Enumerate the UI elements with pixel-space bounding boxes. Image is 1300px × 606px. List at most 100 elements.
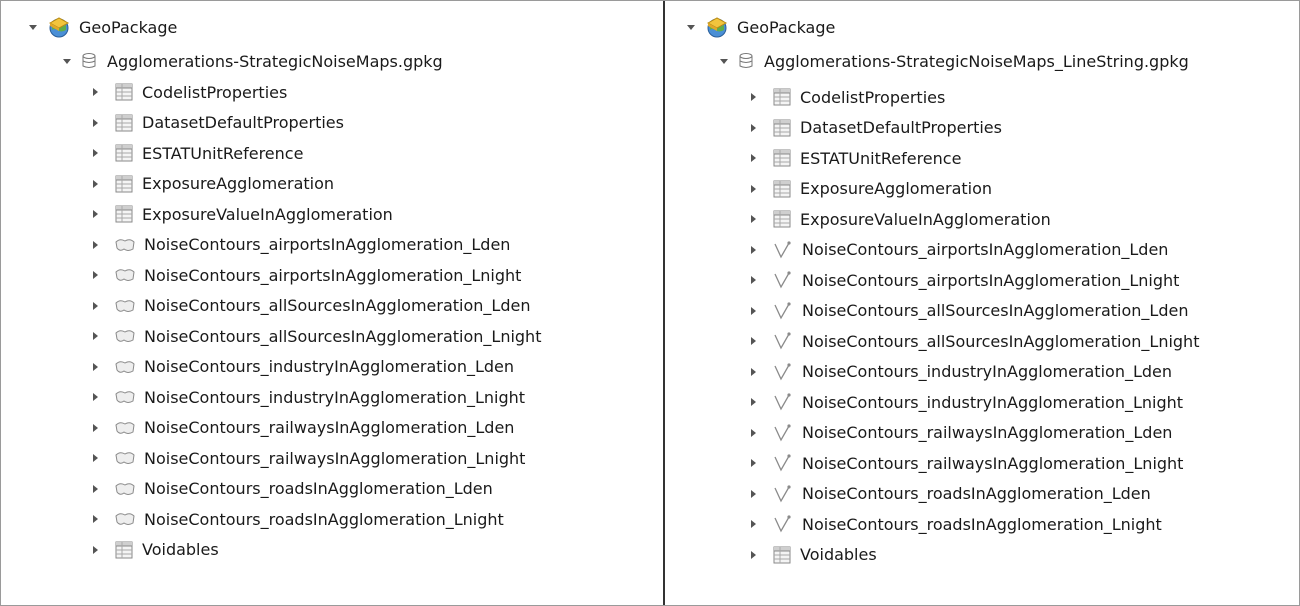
tree-item[interactable]: NoiseContours_roadsInAgglomeration_Lnigh… bbox=[93, 504, 541, 535]
tree-node-gpkg-file[interactable]: Agglomerations-StrategicNoiseMaps_LineSt… bbox=[720, 49, 1189, 73]
collapse-caret-icon[interactable] bbox=[93, 210, 98, 219]
catalog-pane-linestring: GeoPackage Agglomerations-StrategicNoiseM… bbox=[665, 1, 1297, 605]
collapse-caret-icon[interactable] bbox=[93, 454, 98, 463]
tree-item[interactable]: Voidables bbox=[93, 535, 541, 566]
polygon-layer-icon bbox=[114, 266, 136, 284]
tree-item[interactable]: NoiseContours_railwaysInAgglomeration_Ld… bbox=[93, 413, 541, 444]
linestring-layer-icon bbox=[772, 270, 794, 290]
linestring-layer-icon bbox=[772, 362, 794, 382]
tree-item[interactable]: NoiseContours_airportsInAgglomeration_Ln… bbox=[93, 260, 541, 291]
collapse-caret-icon[interactable] bbox=[93, 484, 98, 493]
tree-item[interactable]: ESTATUnitReference bbox=[93, 138, 541, 169]
tree-item[interactable]: NoiseContours_allSourcesInAgglomeration_… bbox=[93, 321, 541, 352]
expand-caret-icon[interactable] bbox=[29, 24, 37, 30]
tree-item[interactable]: NoiseContours_roadsInAgglomeration_Lnigh… bbox=[751, 509, 1199, 540]
polygon-layer-icon bbox=[114, 419, 136, 437]
tree-item[interactable]: NoiseContours_industryInAgglomeration_Ld… bbox=[751, 357, 1199, 388]
gpkg-file-label: Agglomerations-StrategicNoiseMaps_LineSt… bbox=[764, 51, 1189, 71]
collapse-caret-icon[interactable] bbox=[751, 93, 756, 102]
tree-item[interactable]: NoiseContours_industryInAgglomeration_Ln… bbox=[93, 382, 541, 413]
tree-root-geopackage[interactable]: GeoPackage bbox=[29, 15, 177, 39]
collapse-caret-icon[interactable] bbox=[93, 393, 98, 402]
collapse-caret-icon[interactable] bbox=[93, 545, 98, 554]
expand-caret-icon[interactable] bbox=[63, 58, 71, 64]
collapse-caret-icon[interactable] bbox=[751, 398, 756, 407]
linestring-layer-icon bbox=[772, 240, 794, 260]
collapse-caret-icon[interactable] bbox=[751, 550, 756, 559]
collapse-caret-icon[interactable] bbox=[93, 240, 98, 249]
tree-item[interactable]: NoiseContours_industryInAgglomeration_Ln… bbox=[751, 387, 1199, 418]
tree-item[interactable]: NoiseContours_railwaysInAgglomeration_Ld… bbox=[751, 418, 1199, 449]
gpkg-file-label: Agglomerations-StrategicNoiseMaps.gpkg bbox=[107, 51, 443, 71]
linestring-layer-icon bbox=[772, 301, 794, 321]
collapse-caret-icon[interactable] bbox=[751, 123, 756, 132]
collapse-caret-icon[interactable] bbox=[751, 489, 756, 498]
tree-item[interactable]: NoiseContours_railwaysInAgglomeration_Ln… bbox=[93, 443, 541, 474]
polygon-layer-icon bbox=[114, 449, 136, 467]
collapse-caret-icon[interactable] bbox=[751, 306, 756, 315]
tree-item[interactable]: NoiseContours_allSourcesInAgglomeration_… bbox=[751, 296, 1199, 327]
collapse-caret-icon[interactable] bbox=[751, 337, 756, 346]
tree-item[interactable]: NoiseContours_allSourcesInAgglomeration_… bbox=[751, 326, 1199, 357]
tree-item[interactable]: NoiseContours_airportsInAgglomeration_Ln… bbox=[751, 265, 1199, 296]
tree-item[interactable]: NoiseContours_industryInAgglomeration_Ld… bbox=[93, 352, 541, 383]
collapse-caret-icon[interactable] bbox=[93, 515, 98, 524]
tree-item[interactable]: DatasetDefaultProperties bbox=[93, 108, 541, 139]
table-icon bbox=[772, 545, 792, 565]
collapse-caret-icon[interactable] bbox=[751, 184, 756, 193]
tree-item[interactable]: NoiseContours_roadsInAgglomeration_Lden bbox=[93, 474, 541, 505]
table-icon bbox=[772, 148, 792, 168]
gpkg-contents-list: CodelistProperties DatasetDefaultProperti… bbox=[93, 77, 541, 565]
collapse-caret-icon[interactable] bbox=[93, 301, 98, 310]
tree-item[interactable]: ExposureValueInAgglomeration bbox=[93, 199, 541, 230]
tree-item[interactable]: ExposureAgglomeration bbox=[93, 169, 541, 200]
tree-item[interactable]: DatasetDefaultProperties bbox=[751, 113, 1199, 144]
collapse-caret-icon[interactable] bbox=[751, 245, 756, 254]
tree-node-gpkg-file[interactable]: Agglomerations-StrategicNoiseMaps.gpkg bbox=[63, 49, 443, 73]
tree-root-geopackage[interactable]: GeoPackage bbox=[687, 15, 835, 39]
collapse-caret-icon[interactable] bbox=[93, 271, 98, 280]
collapse-caret-icon[interactable] bbox=[93, 362, 98, 371]
collapse-caret-icon[interactable] bbox=[93, 118, 98, 127]
tree-item[interactable]: NoiseContours_railwaysInAgglomeration_Ln… bbox=[751, 448, 1199, 479]
collapse-caret-icon[interactable] bbox=[751, 154, 756, 163]
collapse-caret-icon[interactable] bbox=[93, 149, 98, 158]
linestring-layer-icon bbox=[772, 484, 794, 504]
tree-item[interactable]: CodelistProperties bbox=[93, 77, 541, 108]
tree-item-label: NoiseContours_railwaysInAgglomeration_Ld… bbox=[144, 418, 515, 438]
tree-item-label: NoiseContours_roadsInAgglomeration_Lden bbox=[802, 484, 1151, 504]
collapse-caret-icon[interactable] bbox=[93, 88, 98, 97]
tree-item[interactable]: CodelistProperties bbox=[751, 82, 1199, 113]
table-icon bbox=[114, 82, 134, 102]
tree-item[interactable]: ExposureValueInAgglomeration bbox=[751, 204, 1199, 235]
tree-item[interactable]: NoiseContours_airportsInAgglomeration_Ld… bbox=[93, 230, 541, 261]
collapse-caret-icon[interactable] bbox=[93, 332, 98, 341]
tree-item[interactable]: NoiseContours_roadsInAgglomeration_Lden bbox=[751, 479, 1199, 510]
tree-root-label: GeoPackage bbox=[737, 17, 836, 37]
table-icon bbox=[114, 113, 134, 133]
polygon-layer-icon bbox=[114, 236, 136, 254]
table-icon bbox=[114, 174, 134, 194]
tree-item[interactable]: ExposureAgglomeration bbox=[751, 174, 1199, 205]
polygon-layer-icon bbox=[114, 297, 136, 315]
collapse-caret-icon[interactable] bbox=[751, 276, 756, 285]
collapse-caret-icon[interactable] bbox=[751, 215, 756, 224]
polygon-layer-icon bbox=[114, 388, 136, 406]
collapse-caret-icon[interactable] bbox=[751, 367, 756, 376]
collapse-caret-icon[interactable] bbox=[751, 459, 756, 468]
tree-item[interactable]: NoiseContours_allSourcesInAgglomeration_… bbox=[93, 291, 541, 322]
collapse-caret-icon[interactable] bbox=[751, 428, 756, 437]
tree-item[interactable]: NoiseContours_airportsInAgglomeration_Ld… bbox=[751, 235, 1199, 266]
expand-caret-icon[interactable] bbox=[720, 58, 728, 64]
collapse-caret-icon[interactable] bbox=[751, 520, 756, 529]
catalog-pane-polygon: GeoPackage Agglomerations-StrategicNoiseM… bbox=[1, 1, 665, 605]
tree-item-label: DatasetDefaultProperties bbox=[800, 118, 1002, 138]
expand-caret-icon[interactable] bbox=[687, 24, 695, 30]
tree-item-label: NoiseContours_railwaysInAgglomeration_Ld… bbox=[802, 423, 1173, 443]
tree-item[interactable]: Voidables bbox=[751, 540, 1199, 571]
tree-item-label: ExposureValueInAgglomeration bbox=[142, 204, 393, 224]
tree-item-label: NoiseContours_allSourcesInAgglomeration_… bbox=[144, 296, 531, 316]
collapse-caret-icon[interactable] bbox=[93, 423, 98, 432]
collapse-caret-icon[interactable] bbox=[93, 179, 98, 188]
tree-item[interactable]: ESTATUnitReference bbox=[751, 143, 1199, 174]
